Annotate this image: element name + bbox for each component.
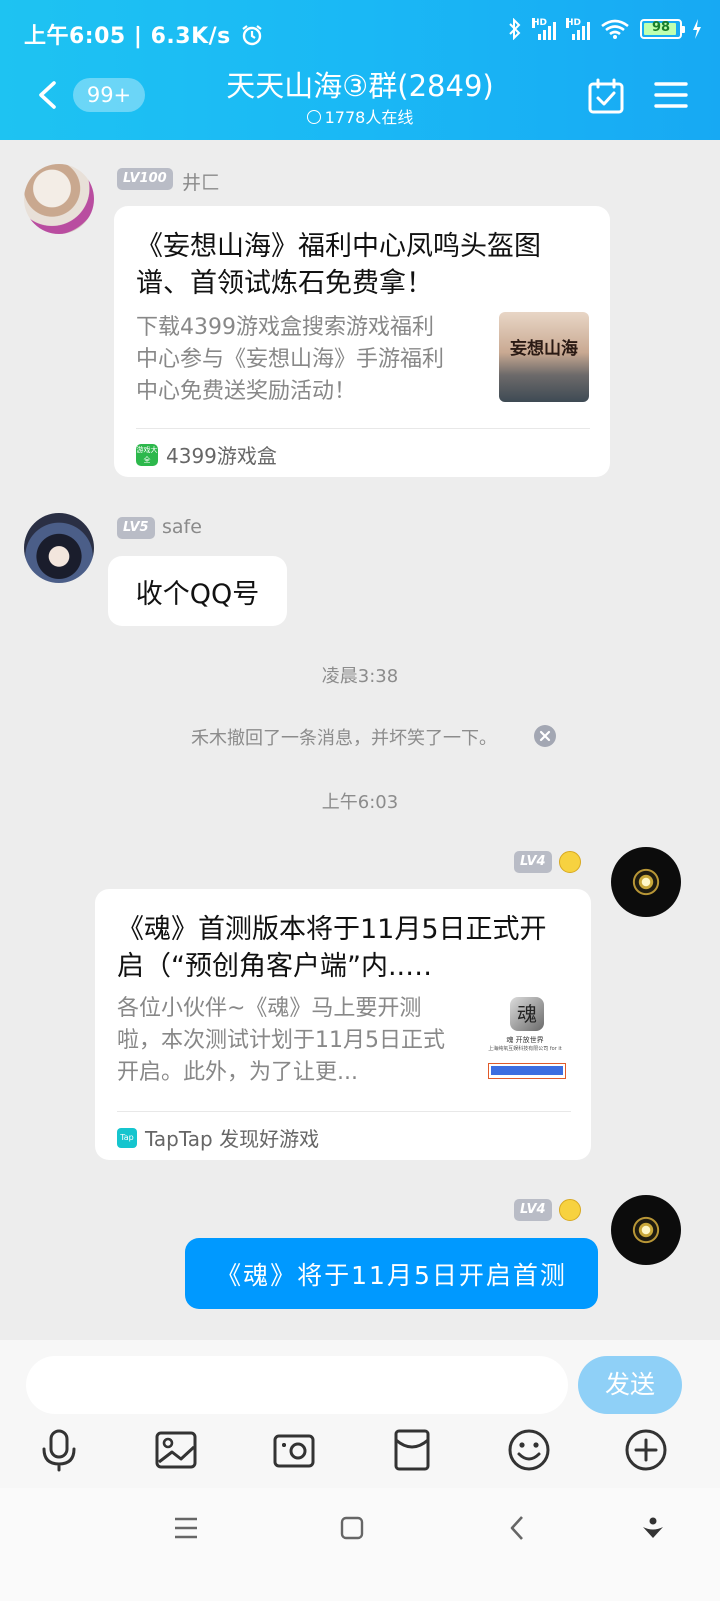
card-title: 《魂》首测版本将于11月5日正式开 启（“预创角客户端”内..… [117,914,547,982]
chat-header: 上午6:05 | 6.3K/s HD HD 98 99+ 天天山海③群(2849… [0,0,720,140]
online-check-icon [306,110,321,124]
voice-icon[interactable] [37,1428,81,1472]
camera-icon[interactable] [272,1428,316,1472]
recent-apps-icon[interactable] [173,1516,199,1540]
status-bar: 上午6:05 | 6.3K/s HD HD 98 [0,14,720,50]
card-title: 《妄想山海》福利中心凤鸣头盔图 谱、首领试炼石免费拿！ [136,231,541,299]
signal-icon-2: HD [566,18,590,40]
battery-icon: 98 [640,19,685,39]
card-source[interactable]: 游戏大全 4399游戏盒 [136,440,277,469]
4399-app-icon: 游戏大全 [136,443,158,466]
signal-icon-1: HD [532,18,556,40]
sender-name[interactable]: safe [162,516,202,538]
timestamp: 凌晨3:38 [321,666,399,687]
calendar-check-icon[interactable] [588,78,624,114]
level-badge: LV4 [514,851,552,873]
assistant-icon[interactable] [642,1516,664,1540]
close-icon[interactable] [533,724,557,748]
alarm-icon [242,25,262,46]
status-time: 上午6:05 [24,24,126,49]
level-badge: LV100 [117,168,173,190]
network-speed: 6.3K/s [150,24,231,49]
share-card[interactable]: 《魂》首测版本将于11月5日正式开 启（“预创角客户端”内..… 各位小伙伴~《… [95,889,591,1160]
taptap-app-icon: Tap [117,1127,137,1148]
avatar[interactable] [611,847,681,917]
card-thumbnail: 妄想山海 [499,312,589,402]
message-bubble[interactable]: 《魂》将于11月5日开启首测 [185,1238,598,1309]
message-bubble[interactable]: 收个QQ号 [108,556,287,626]
wifi-icon [601,19,629,39]
plus-icon[interactable] [624,1428,668,1472]
emoji-icon [559,1199,581,1221]
emoji-face-icon[interactable] [507,1428,551,1472]
game-icon: 魂 [510,997,544,1031]
menu-icon[interactable] [654,80,688,110]
sender-name[interactable]: 井匚 [182,168,220,195]
system-nav-bar [0,1488,720,1601]
card-source[interactable]: Tap TapTap 发现好游戏 [117,1123,319,1152]
share-card[interactable]: 《妄想山海》福利中心凤鸣头盔图 谱、首领试炼石免费拿！ 下载4399游戏盒搜索游… [114,206,610,477]
bluetooth-icon [509,18,521,40]
card-thumbnail: 魂 魂 开放世界 上海纯氧互娱科技有限公司 for it [480,995,570,1085]
level-badge: LV4 [514,1199,552,1221]
send-button[interactable]: 发送 [578,1356,682,1414]
avatar[interactable] [24,164,94,234]
system-notice: 禾木撤回了一条消息，并坏笑了一下。 [191,728,497,749]
emoji-icon [559,851,581,873]
input-bar: 发送 [0,1340,720,1488]
card-description: 各位小伙伴~《魂》马上要开测 啦，本次测试计划于11月5日正式 开启。此外，为了… [117,996,445,1085]
avatar[interactable] [24,513,94,583]
status-icons: HD HD 98 [508,18,702,40]
level-badge: LV5 [117,517,155,539]
red-packet-icon[interactable] [390,1428,434,1472]
status-left: 上午6:05 | 6.3K/s [24,18,263,50]
message-input[interactable] [26,1356,568,1414]
back-nav-icon[interactable] [509,1515,525,1541]
card-description: 下载4399游戏盒搜索游戏福利 中心参与《妄想山海》手游福利 中心免费送奖励活动… [136,315,445,404]
charging-icon [693,19,701,39]
image-icon[interactable] [154,1428,198,1472]
home-icon[interactable] [340,1516,364,1540]
timestamp: 上午6:03 [321,792,399,813]
avatar[interactable] [611,1195,681,1265]
